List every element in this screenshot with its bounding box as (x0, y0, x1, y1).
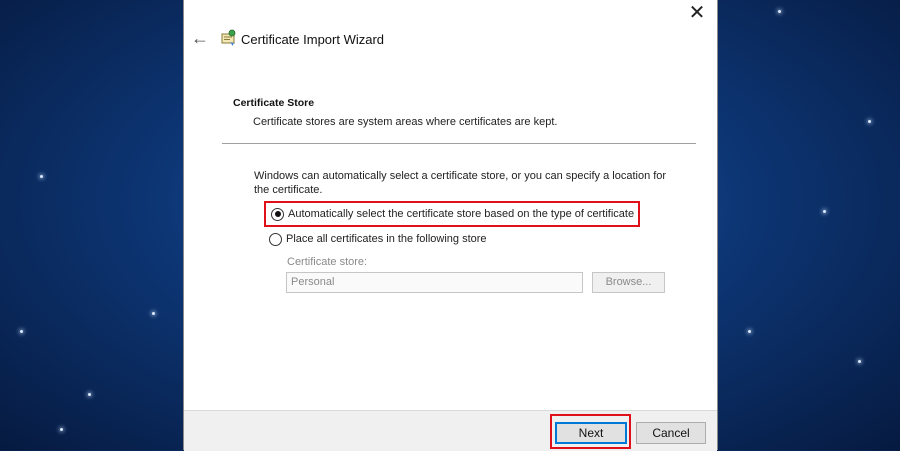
back-arrow-icon[interactable]: ← (190, 28, 210, 48)
footer-bar: Next Cancel (184, 410, 717, 451)
section-title: Certificate Store (233, 97, 315, 109)
radio-button-checked[interactable] (271, 207, 284, 221)
certificate-store-label: Certificate store: (287, 256, 368, 268)
radio-place-in-store-label: Place all certificates in the following … (286, 233, 487, 245)
info-text: Windows can automatically select a certi… (254, 170, 667, 196)
browse-button: Browse... (592, 272, 665, 293)
next-button[interactable]: Next (555, 422, 627, 444)
certificate-store-field: Personal (286, 272, 583, 293)
close-icon[interactable]: ✕ (685, 2, 709, 24)
window-title: Certificate Import Wizard (241, 32, 385, 47)
radio-place-in-store[interactable]: Place all certificates in the following … (269, 231, 487, 247)
divider (222, 143, 696, 144)
desktop-background-left (0, 0, 183, 450)
certificate-import-wizard-window: ✕ ← Certificate Import Wizard Certificat… (183, 0, 718, 451)
certificate-icon (221, 29, 236, 46)
radio-auto-select-label: Automatically select the certificate sto… (288, 208, 635, 220)
desktop-background-right (718, 0, 900, 450)
cancel-button[interactable]: Cancel (636, 422, 706, 444)
section-description: Certificate stores are system areas wher… (253, 116, 558, 128)
radio-button-unchecked[interactable] (269, 232, 282, 246)
radio-auto-select-store[interactable]: Automatically select the certificate sto… (264, 201, 640, 227)
